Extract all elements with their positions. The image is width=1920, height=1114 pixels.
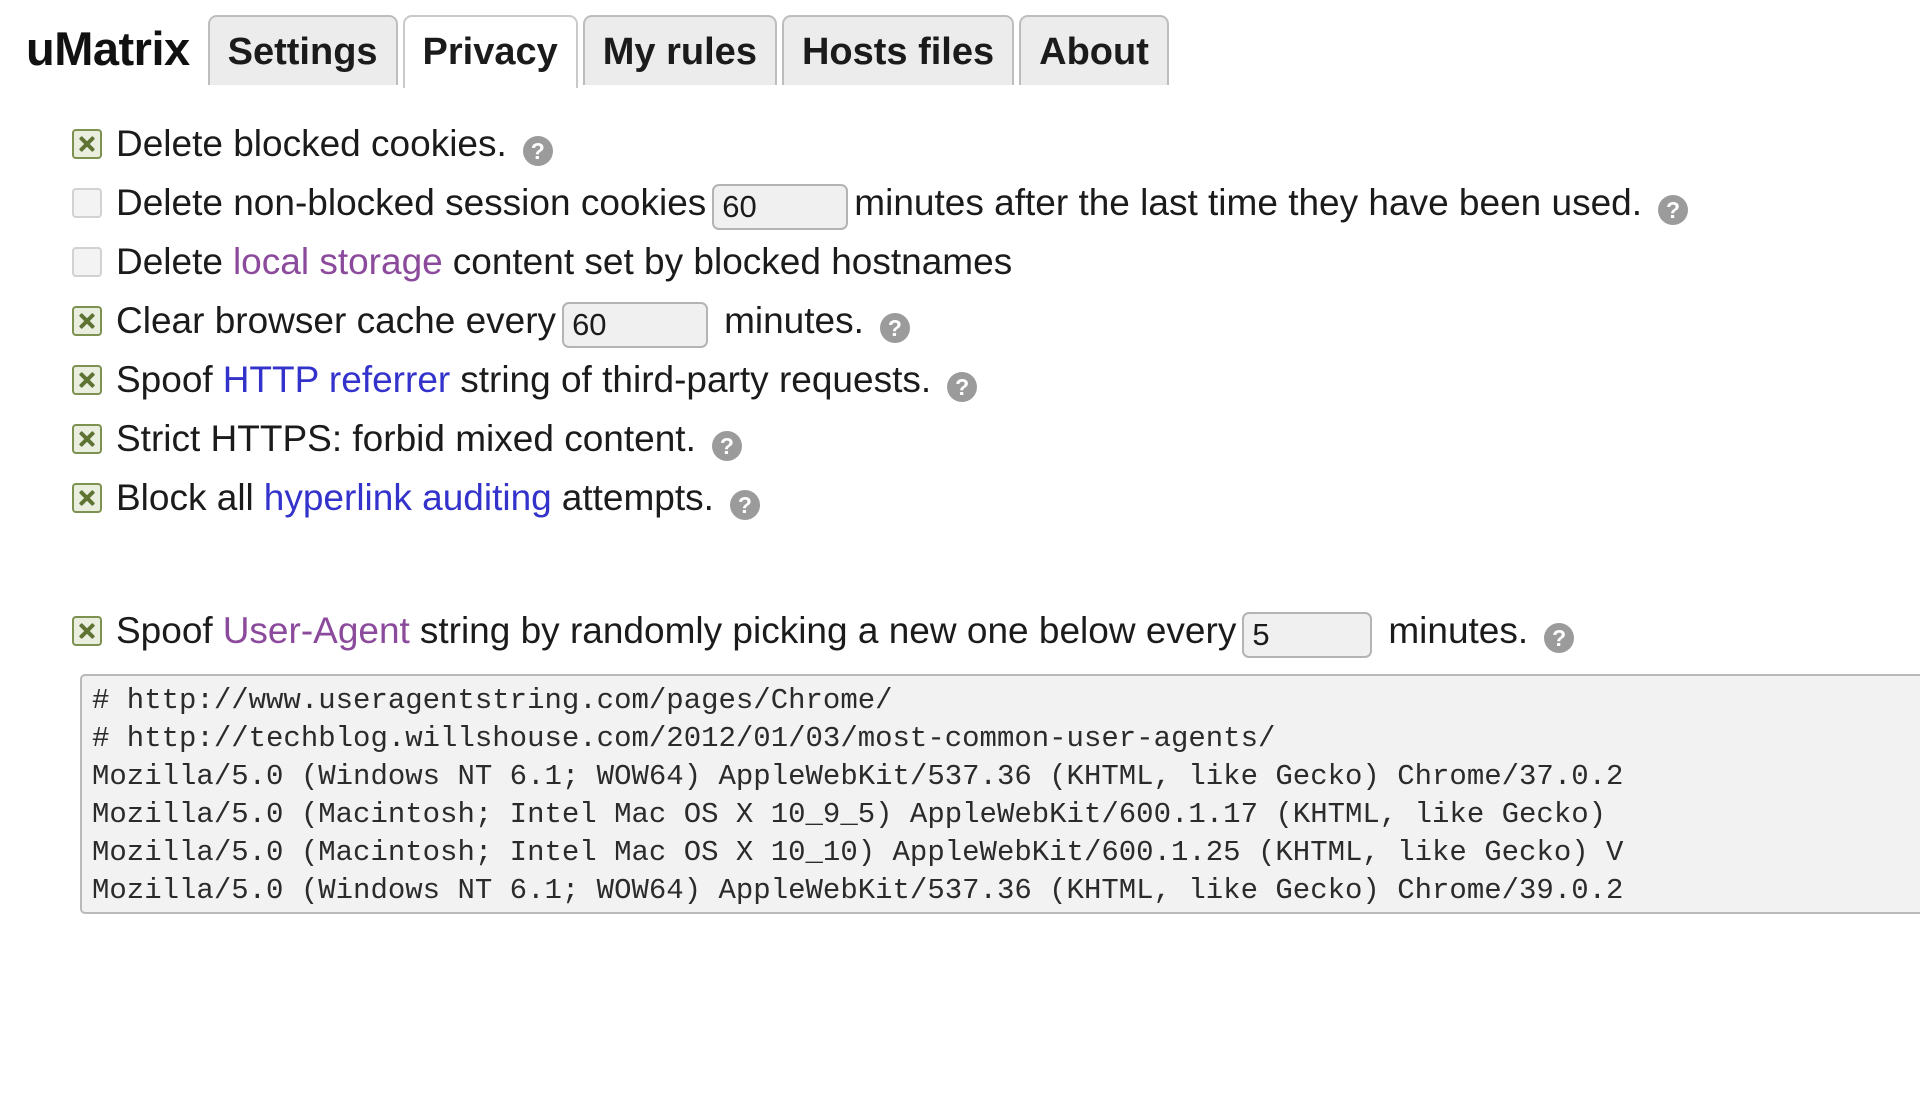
user-agent-minutes-input[interactable]: 5 <box>1242 612 1373 658</box>
app-brand: uMatrix <box>26 22 190 75</box>
setting-spoof-user-agent: Spoof User-Agent string by randomly pick… <box>72 601 1920 660</box>
help-icon[interactable]: ? <box>729 490 760 520</box>
help-icon[interactable]: ? <box>879 313 910 343</box>
help-icon[interactable]: ? <box>947 372 978 402</box>
setting-delete-blocked-cookies: Delete blocked cookies. ? <box>72 114 1920 173</box>
setting-strict-https: Strict HTTPS: forbid mixed content. ? <box>72 409 1920 468</box>
setting-clear-browser-cache: Clear browser cache every 60 minutes. ? <box>72 291 1920 350</box>
spoof-referrer-label-after: string of third-party requests. <box>460 359 932 400</box>
clear-browser-cache-label-before: Clear browser cache every <box>116 300 557 341</box>
tab-bar: uMatrix Settings Privacy My rules Hosts … <box>0 0 1920 92</box>
setting-spoof-http-referrer: Spoof HTTP referrer string of third-part… <box>72 350 1920 409</box>
delete-local-storage-label-before: Delete <box>116 241 223 282</box>
strict-https-checkbox[interactable] <box>72 424 102 454</box>
hyperlink-auditing-link[interactable]: hyperlink auditing <box>264 468 552 527</box>
browser-cache-minutes-input[interactable]: 60 <box>562 302 709 348</box>
tab-privacy[interactable]: Privacy <box>402 15 578 92</box>
delete-session-cookies-label-after: minutes after the last time they have be… <box>854 182 1643 223</box>
spoof-user-agent-checkbox[interactable] <box>72 616 102 646</box>
delete-session-cookies-checkbox[interactable] <box>72 188 102 218</box>
delete-local-storage-label-after: content set by blocked hostnames <box>452 241 1013 282</box>
setting-block-hyperlink-auditing: Block all hyperlink auditing attempts. ? <box>72 468 1920 527</box>
help-icon[interactable]: ? <box>1544 623 1575 653</box>
privacy-settings-panel: Delete blocked cookies. ? Delete non-blo… <box>0 88 1920 914</box>
help-icon[interactable]: ? <box>711 431 742 461</box>
block-hyperlink-auditing-label-before: Block all <box>116 477 254 518</box>
user-agent-line: Mozilla/5.0 (Macintosh; Intel Mac OS X 1… <box>92 798 1607 831</box>
user-agent-line: # http://www.useragentstring.com/pages/C… <box>92 684 893 717</box>
spoof-referrer-label-before: Spoof <box>116 359 213 400</box>
setting-delete-session-cookies: Delete non-blocked session cookies 60 mi… <box>72 173 1902 232</box>
session-cookies-minutes-input[interactable]: 60 <box>712 184 849 230</box>
delete-blocked-cookies-checkbox[interactable] <box>72 129 102 159</box>
user-agent-line: Mozilla/5.0 (Windows NT 6.1; WOW64) Appl… <box>92 874 1624 907</box>
user-agent-link[interactable]: User-Agent <box>223 601 410 660</box>
spoof-user-agent-label-after: minutes. <box>1388 610 1529 651</box>
http-referrer-link[interactable]: HTTP referrer <box>223 350 451 409</box>
help-icon[interactable]: ? <box>1658 195 1689 225</box>
block-hyperlink-auditing-checkbox[interactable] <box>72 483 102 513</box>
tab-my-rules[interactable]: My rules <box>582 15 777 88</box>
user-agent-line: Mozilla/5.0 (Macintosh; Intel Mac OS X 1… <box>92 836 1624 869</box>
user-agent-line: # http://techblog.willshouse.com/2012/01… <box>92 722 1276 755</box>
delete-local-storage-checkbox[interactable] <box>72 247 102 277</box>
spoof-user-agent-label-before: Spoof <box>116 610 213 651</box>
spoof-referrer-checkbox[interactable] <box>72 365 102 395</box>
clear-browser-cache-label-after: minutes. <box>724 300 864 341</box>
user-agent-strings-textarea[interactable]: # http://www.useragentstring.com/pages/C… <box>80 674 1920 914</box>
clear-browser-cache-checkbox[interactable] <box>72 306 102 336</box>
delete-session-cookies-label-before: Delete non-blocked session cookies <box>116 182 707 223</box>
tab-hosts-files[interactable]: Hosts files <box>781 15 1015 88</box>
user-agent-line: Mozilla/5.0 (Windows NT 6.1; WOW64) Appl… <box>92 760 1624 793</box>
help-icon[interactable]: ? <box>522 136 553 166</box>
local-storage-link[interactable]: local storage <box>233 232 443 291</box>
spoof-user-agent-label-mid: string by randomly picking a new one bel… <box>419 610 1237 651</box>
block-hyperlink-auditing-label-after: attempts. <box>561 477 714 518</box>
delete-blocked-cookies-label: Delete blocked cookies. <box>116 123 507 164</box>
tab-about[interactable]: About <box>1019 15 1169 88</box>
strict-https-label: Strict HTTPS: forbid mixed content. <box>116 418 696 459</box>
setting-delete-local-storage: Delete local storage content set by bloc… <box>72 232 1920 291</box>
tab-settings[interactable]: Settings <box>207 15 398 88</box>
